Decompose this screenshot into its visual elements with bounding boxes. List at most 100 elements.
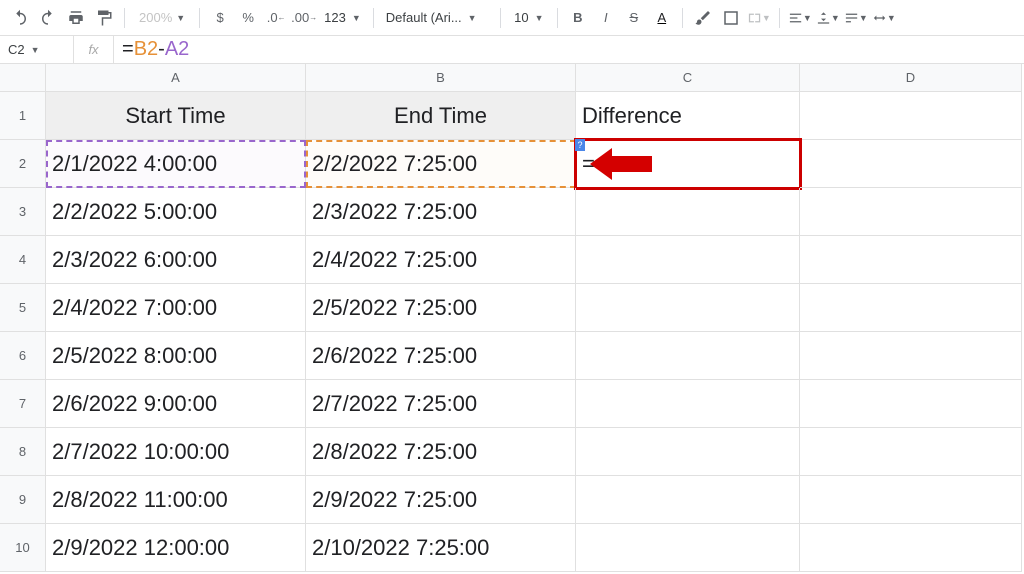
cell-a3[interactable]: 2/2/2022 5:00:00 [46,188,306,236]
cell-a6[interactable]: 2/5/2022 8:00:00 [46,332,306,380]
row-header[interactable]: 3 [0,188,46,236]
annotation-arrow-icon [612,156,652,172]
font-family-dropdown[interactable]: Default (Ari...▼ [382,10,492,25]
strikethrough-button[interactable]: S [622,6,646,30]
zoom-dropdown[interactable]: 200%▼ [133,10,191,25]
cell-d5[interactable] [800,284,1022,332]
chevron-down-icon: ▼ [831,13,840,23]
cell-c5[interactable] [576,284,800,332]
cell-b7[interactable]: 2/7/2022 7:25:00 [306,380,576,428]
formula-ref-b2: B2 [134,38,158,60]
cell-d9[interactable] [800,476,1022,524]
cell-b3[interactable]: 2/3/2022 7:25:00 [306,188,576,236]
column-header-c[interactable]: C [576,64,800,92]
redo-button[interactable] [36,6,60,30]
cell-b10[interactable]: 2/10/2022 7:25:00 [306,524,576,572]
fill-color-button[interactable] [691,6,715,30]
row-7: 7 2/6/2022 9:00:00 2/7/2022 7:25:00 [0,380,1024,428]
column-header-d[interactable]: D [800,64,1022,92]
text-color-button[interactable]: A [650,6,674,30]
cell-b8[interactable]: 2/8/2022 7:25:00 [306,428,576,476]
row-header[interactable]: 5 [0,284,46,332]
cell-b4[interactable]: 2/4/2022 7:25:00 [306,236,576,284]
italic-button[interactable]: I [594,6,618,30]
row-header[interactable]: 6 [0,332,46,380]
chevron-down-icon: ▼ [762,13,771,23]
row-header[interactable]: 7 [0,380,46,428]
decrease-decimal-button[interactable]: .0← [264,6,288,30]
row-header[interactable]: 10 [0,524,46,572]
chevron-down-icon: ▼ [176,13,185,23]
cell-b6[interactable]: 2/6/2022 7:25:00 [306,332,576,380]
cell-a2[interactable]: 2/1/2022 4:00:00 [46,140,306,188]
column-header-b[interactable]: B [306,64,576,92]
cell-b9[interactable]: 2/9/2022 7:25:00 [306,476,576,524]
chevron-down-icon: ▼ [468,13,477,23]
paint-format-button[interactable] [92,6,116,30]
cell-d3[interactable] [800,188,1022,236]
cell-c8[interactable] [576,428,800,476]
cell-a4[interactable]: 2/3/2022 6:00:00 [46,236,306,284]
cell-c4[interactable] [576,236,800,284]
print-button[interactable] [64,6,88,30]
text-wrap-button[interactable]: ▼ [844,6,868,30]
toolbar-separator [779,8,780,28]
number-format-dropdown[interactable]: 123▼ [320,10,365,25]
merge-cells-button[interactable]: ▼ [747,6,771,30]
chevron-down-icon: ▼ [535,13,544,23]
cell-a10[interactable]: 2/9/2022 12:00:00 [46,524,306,572]
select-all-corner[interactable] [0,64,46,92]
cell-a7[interactable]: 2/6/2022 9:00:00 [46,380,306,428]
row-header[interactable]: 4 [0,236,46,284]
currency-button[interactable]: $ [208,6,232,30]
cell-d10[interactable] [800,524,1022,572]
row-header[interactable]: 2 [0,140,46,188]
chevron-down-icon: ▼ [352,13,361,23]
borders-button[interactable] [719,6,743,30]
cell-c1[interactable]: Difference [576,92,800,140]
cell-d4[interactable] [800,236,1022,284]
increase-decimal-button[interactable]: .00→ [292,6,316,30]
row-header[interactable]: 8 [0,428,46,476]
cell-a1[interactable]: Start Time [46,92,306,140]
column-headers: A B C D [0,64,1024,92]
cell-d8[interactable] [800,428,1022,476]
bold-button[interactable]: B [566,6,590,30]
toolbar-separator [500,8,501,28]
cell-c6[interactable] [576,332,800,380]
formula-help-badge[interactable]: ? [575,139,585,151]
percent-button[interactable]: % [236,6,260,30]
cell-a5[interactable]: 2/4/2022 7:00:00 [46,284,306,332]
vertical-align-button[interactable]: ▼ [816,6,840,30]
chevron-down-icon: ▼ [31,45,40,55]
row-header[interactable]: 1 [0,92,46,140]
text-rotation-button[interactable]: ▼ [872,6,896,30]
row-3: 3 2/2/2022 5:00:00 2/3/2022 7:25:00 [0,188,1024,236]
cell-d6[interactable] [800,332,1022,380]
font-size-dropdown[interactable]: 10▼ [509,10,549,25]
cell-b2[interactable]: 2/2/2022 7:25:00 [306,140,576,188]
cell-a9[interactable]: 2/8/2022 11:00:00 [46,476,306,524]
cell-c7[interactable] [576,380,800,428]
row-header[interactable]: 9 [0,476,46,524]
cell-d7[interactable] [800,380,1022,428]
toolbar-separator [557,8,558,28]
formula-input[interactable]: =B2-A2 [114,38,189,61]
row-8: 8 2/7/2022 10:00:00 2/8/2022 7:25:00 [0,428,1024,476]
chevron-down-icon: ▼ [859,13,868,23]
cell-c10[interactable] [576,524,800,572]
cell-d1[interactable] [800,92,1022,140]
cell-c2[interactable]: ? = [576,140,800,188]
cell-c9[interactable] [576,476,800,524]
cell-c3[interactable] [576,188,800,236]
undo-button[interactable] [8,6,32,30]
cell-b1[interactable]: End Time [306,92,576,140]
cell-b5[interactable]: 2/5/2022 7:25:00 [306,284,576,332]
spreadsheet-grid: A B C D 1 Start Time End Time Difference… [0,64,1024,572]
column-header-a[interactable]: A [46,64,306,92]
horizontal-align-button[interactable]: ▼ [788,6,812,30]
chevron-down-icon: ▼ [803,13,812,23]
cell-d2[interactable] [800,140,1022,188]
name-box[interactable]: C2▼ [0,36,74,63]
cell-a8[interactable]: 2/7/2022 10:00:00 [46,428,306,476]
